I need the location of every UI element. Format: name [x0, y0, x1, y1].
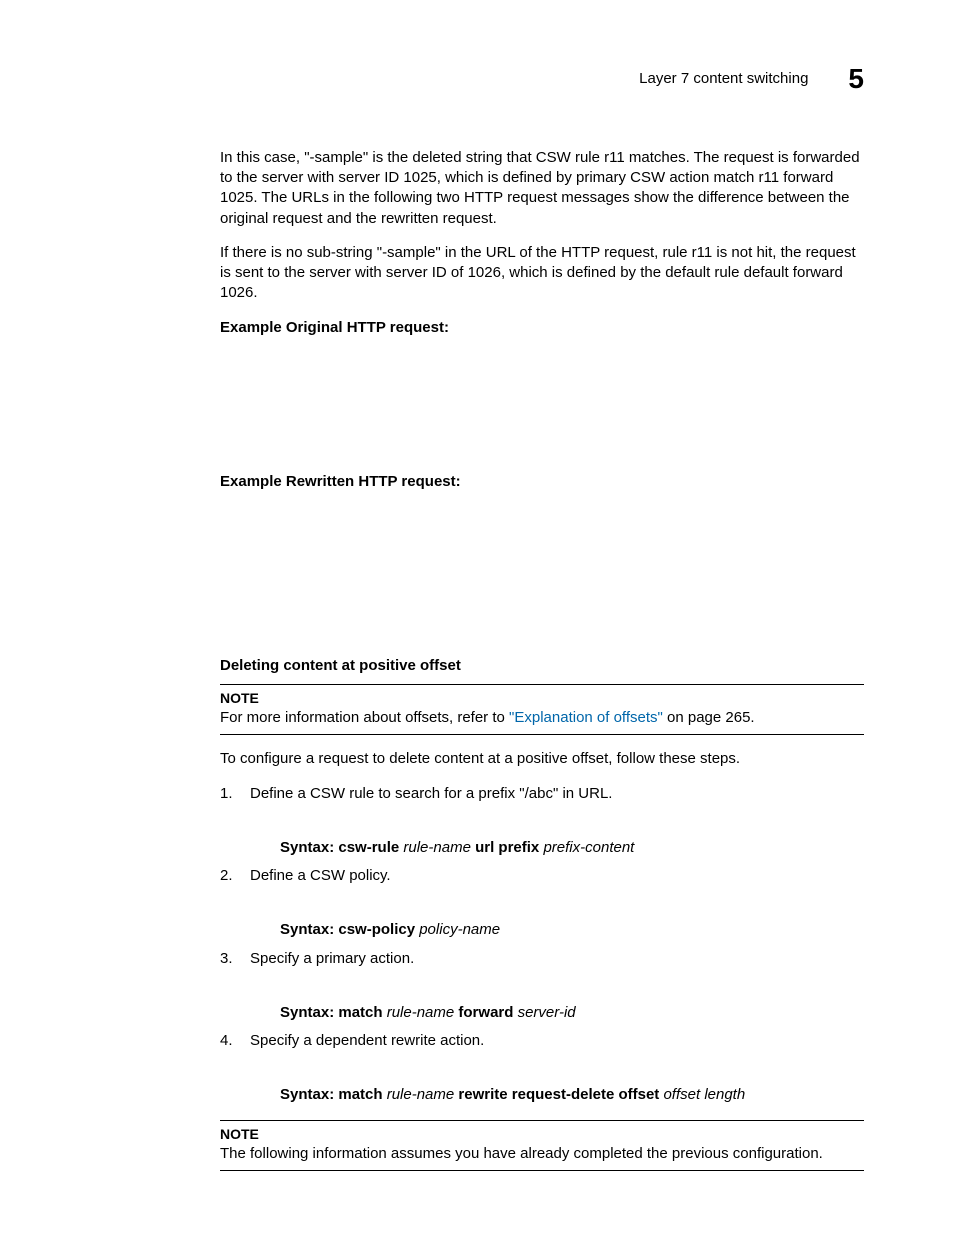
- paragraph: If there is no sub-string "-sample" in t…: [220, 243, 864, 304]
- link-explanation-of-offsets[interactable]: "Explanation of offsets": [509, 709, 663, 726]
- steps-list: Define a CSW rule to search for a prefix…: [220, 784, 864, 1106]
- header-number: 5: [848, 60, 864, 98]
- note-box: NOTE For more information about offsets,…: [220, 684, 864, 735]
- note-text: For more information about offsets, refe…: [220, 708, 864, 728]
- syntax-line: Syntax: csw-rule rule-name url prefix pr…: [250, 838, 864, 858]
- example-label: Example Rewritten HTTP request:: [220, 472, 864, 492]
- note-label: NOTE: [220, 1125, 864, 1144]
- note-text: The following information assumes you ha…: [220, 1144, 864, 1164]
- list-item: Specify a primary action. Syntax: match …: [220, 949, 864, 1024]
- intro-text: To configure a request to delete content…: [220, 749, 864, 769]
- note-label: NOTE: [220, 689, 864, 708]
- syntax-line: Syntax: csw-policy policy-name: [250, 920, 864, 940]
- syntax-line: Syntax: match rule-name rewrite request-…: [250, 1085, 864, 1105]
- subheading: Deleting content at positive offset: [220, 656, 864, 676]
- example-label: Example Original HTTP request:: [220, 318, 864, 338]
- page-header: Layer 7 content switching 5: [90, 60, 864, 98]
- note-box: NOTE The following information assumes y…: [220, 1120, 864, 1171]
- list-item: Define a CSW policy. Syntax: csw-policy …: [220, 866, 864, 941]
- header-title: Layer 7 content switching: [639, 69, 808, 89]
- list-item: Define a CSW rule to search for a prefix…: [220, 784, 864, 859]
- syntax-line: Syntax: match rule-name forward server-i…: [250, 1003, 864, 1023]
- paragraph: In this case, "-sample" is the deleted s…: [220, 148, 864, 229]
- list-item: Specify a dependent rewrite action. Synt…: [220, 1031, 864, 1106]
